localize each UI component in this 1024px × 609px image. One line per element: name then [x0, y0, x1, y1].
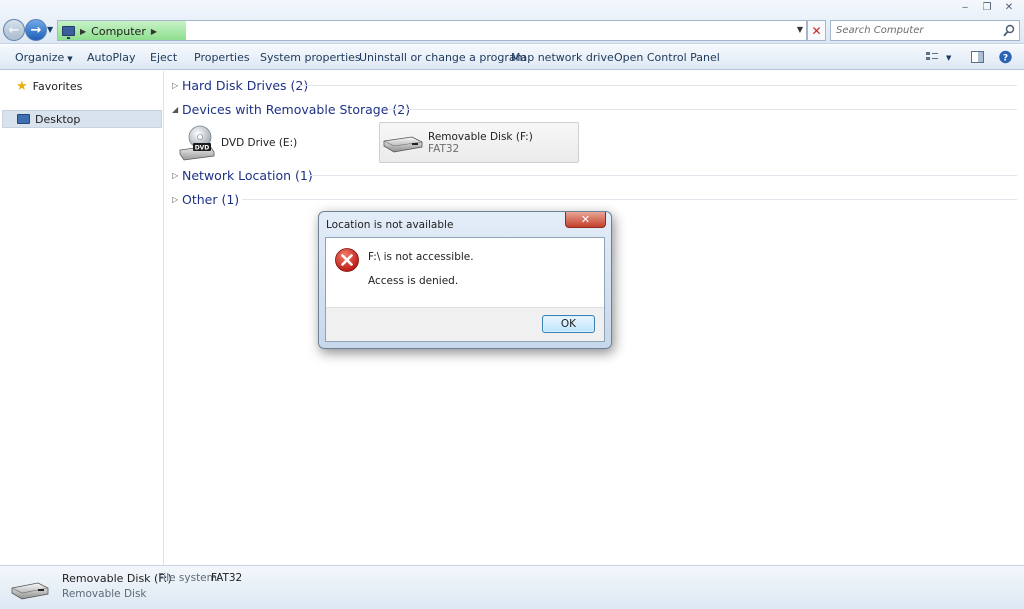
help-icon[interactable]: ? — [998, 50, 1013, 64]
breadcrumb-computer[interactable]: Computer — [91, 25, 146, 38]
details-pane: Removable Disk (F:) File system: FAT32 R… — [0, 565, 1024, 609]
back-arrow-icon: ← — [8, 22, 20, 38]
autoplay-button[interactable]: AutoPlay — [87, 51, 135, 64]
address-bar[interactable]: ▶ Computer ▶ ▼ — [57, 20, 807, 41]
group-divider — [389, 109, 1017, 110]
maximize-button[interactable]: ❐ — [976, 0, 998, 15]
dialog-body: F:\ is not accessible. Access is denied.… — [325, 237, 605, 342]
address-dropdown-icon[interactable]: ▼ — [797, 25, 803, 34]
group-title: Other (1) — [182, 191, 240, 207]
removable-disk-fs: FAT32 — [428, 142, 460, 155]
stop-x-icon: ✕ — [811, 23, 822, 38]
properties-button[interactable]: Properties — [194, 51, 250, 64]
group-title: Hard Disk Drives (2) — [182, 77, 309, 93]
group-divider — [308, 175, 1017, 176]
dvd-drive-name: DVD Drive (E:) — [221, 137, 298, 149]
navigation-pane: ★ Favorites Desktop — [0, 71, 164, 565]
group-divider — [299, 85, 1017, 86]
group-other[interactable]: ▷ Other (1) — [172, 190, 1017, 208]
removable-disk-icon — [383, 136, 423, 152]
details-fs-value: FAT32 — [211, 572, 243, 584]
search-icon[interactable] — [1003, 24, 1015, 37]
desktop-icon — [17, 114, 30, 124]
error-detail: Access is denied. — [368, 275, 459, 287]
group-hard-disk-drives[interactable]: ▷ Hard Disk Drives (2) — [172, 76, 1017, 94]
command-bar: Organize ▼ AutoPlay Eject Properties Syst… — [0, 45, 1024, 70]
uninstall-program-button[interactable]: Uninstall or change a program — [359, 51, 526, 64]
group-removable-storage[interactable]: ◢ Devices with Removable Storage (2) — [172, 100, 1017, 118]
dialog-close-button[interactable]: ✕ — [565, 212, 606, 228]
organize-dropdown-icon: ▼ — [67, 55, 73, 63]
expand-arrow-icon[interactable]: ▷ — [172, 171, 182, 180]
search-input[interactable] — [831, 21, 991, 40]
change-view-icon[interactable] — [925, 50, 940, 64]
computer-icon — [62, 26, 75, 39]
dialog-title: Location is not available — [326, 219, 454, 231]
forward-arrow-icon: → — [30, 22, 42, 38]
nav-desktop[interactable]: Desktop — [2, 110, 162, 128]
breadcrumb-arrow-icon[interactable]: ▶ — [151, 27, 157, 36]
preview-pane-icon[interactable] — [970, 50, 985, 64]
removable-disk-name: Removable Disk (F:) — [428, 130, 533, 143]
dialog-footer: OK — [326, 307, 604, 341]
removable-disk-icon — [11, 582, 49, 600]
drive-dvd[interactable]: DVD DVD Drive (E:) — [177, 123, 375, 163]
nav-favorites[interactable]: ★ Favorites — [2, 77, 162, 95]
view-dropdown-icon[interactable]: ▼ — [946, 54, 951, 62]
error-icon — [335, 248, 359, 272]
system-properties-button[interactable]: System properties — [260, 51, 361, 64]
eject-button[interactable]: Eject — [150, 51, 177, 64]
group-title: Network Location (1) — [182, 167, 313, 183]
svg-text:?: ? — [1003, 54, 1008, 64]
drive-removable[interactable]: Removable Disk (F:) FAT32 — [379, 122, 579, 163]
nav-favorites-label: Favorites — [32, 79, 83, 93]
stop-button[interactable]: ✕ — [807, 20, 826, 41]
details-item-name: Removable Disk (F:) — [62, 572, 172, 585]
star-icon: ★ — [16, 78, 28, 94]
ok-button[interactable]: OK — [542, 315, 595, 333]
recent-pages-dropdown[interactable]: ▼ — [47, 25, 53, 34]
search-box[interactable] — [830, 20, 1020, 41]
back-button[interactable]: ← — [3, 19, 25, 41]
expand-arrow-icon[interactable]: ▷ — [172, 195, 182, 204]
dvd-logo-text: DVD — [195, 145, 210, 152]
breadcrumb-arrow-icon[interactable]: ▶ — [80, 27, 86, 36]
window-controls: ‒ ❐ ✕ — [954, 0, 1020, 16]
collapse-arrow-icon[interactable]: ◢ — [172, 105, 182, 114]
organize-button[interactable]: Organize ▼ — [15, 51, 73, 64]
forward-button[interactable]: → — [25, 19, 47, 41]
group-title: Devices with Removable Storage (2) — [182, 101, 411, 117]
close-window-button[interactable]: ✕ — [998, 0, 1020, 15]
minimize-button[interactable]: ‒ — [954, 0, 976, 15]
group-network-location[interactable]: ▷ Network Location (1) — [172, 166, 1017, 184]
open-control-panel-button[interactable]: Open Control Panel — [614, 51, 720, 64]
error-dialog: Location is not available ✕ F:\ is not a… — [318, 211, 612, 349]
map-network-drive-button[interactable]: Map network drive — [511, 51, 614, 64]
details-item-type: Removable Disk — [62, 588, 147, 600]
dvd-drive-icon: DVD — [179, 125, 215, 161]
title-bar: ‒ ❐ ✕ ← → ▼ ▶ Computer ▶ ▼ ✕ — [0, 0, 1024, 44]
error-message: F:\ is not accessible. — [368, 251, 474, 263]
nav-desktop-label: Desktop — [35, 112, 81, 126]
expand-arrow-icon[interactable]: ▷ — [172, 81, 182, 90]
group-divider — [242, 199, 1017, 200]
close-icon: ✕ — [580, 213, 591, 226]
